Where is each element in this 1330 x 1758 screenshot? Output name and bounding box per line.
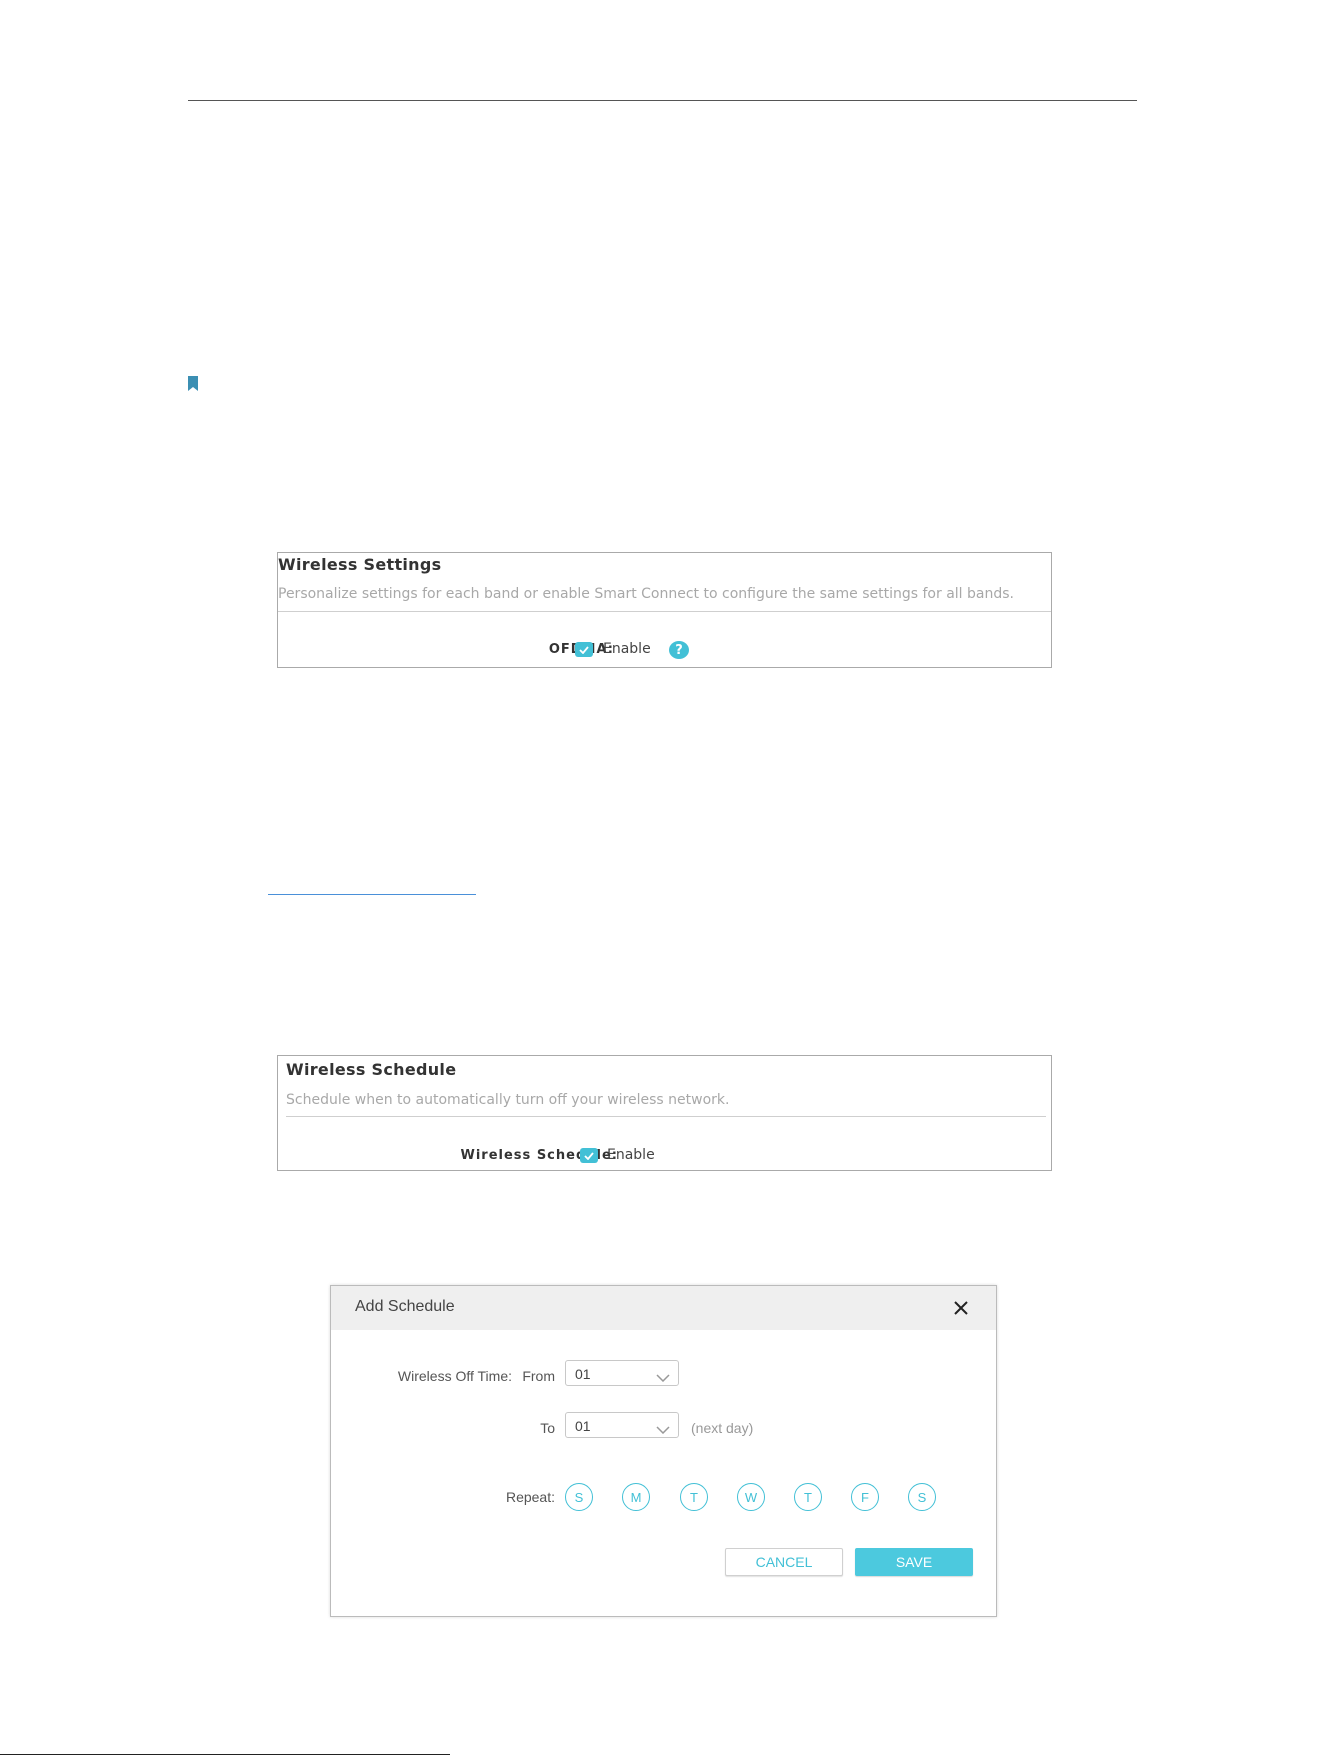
wireless-settings-panel: Wireless Settings Personalize settings f…: [277, 552, 1052, 668]
to-label: To: [540, 1420, 555, 1436]
panel-description: Personalize settings for each band or en…: [278, 586, 1014, 602]
chevron-down-icon: [656, 1369, 670, 1387]
wireless-schedule-panel: Wireless Schedule Schedule when to autom…: [277, 1055, 1052, 1171]
day-toggle-wednesday[interactable]: W: [737, 1483, 765, 1511]
save-button[interactable]: SAVE: [855, 1548, 973, 1576]
from-label: From: [522, 1368, 555, 1384]
day-toggle-sunday[interactable]: S: [565, 1483, 593, 1511]
panel-description: Schedule when to automatically turn off …: [286, 1092, 730, 1108]
day-toggle-saturday[interactable]: S: [908, 1483, 936, 1511]
panel-divider: [286, 1116, 1046, 1117]
wireless-schedule-enable-label: Enable: [607, 1147, 655, 1163]
panel-title: Wireless Schedule: [286, 1060, 457, 1079]
repeat-label: Repeat:: [505, 1489, 555, 1505]
add-schedule-dialog: Add Schedule Wireless Off Time: From 01 …: [330, 1285, 997, 1617]
day-toggle-tuesday[interactable]: T: [680, 1483, 708, 1511]
dialog-title: Add Schedule: [355, 1298, 455, 1315]
day-toggle-thursday[interactable]: T: [794, 1483, 822, 1511]
to-time-value: 01: [575, 1418, 591, 1434]
cancel-button[interactable]: CANCEL: [725, 1548, 843, 1576]
bookmark-note-icon: [188, 376, 198, 396]
next-day-hint: (next day): [691, 1420, 754, 1436]
ofdma-enable-checkbox[interactable]: [575, 642, 593, 657]
footer-rule: [0, 1754, 450, 1755]
day-toggle-friday[interactable]: F: [851, 1483, 879, 1511]
from-time-select[interactable]: 01: [565, 1360, 679, 1386]
to-time-select[interactable]: 01: [565, 1412, 679, 1438]
header-rule: [188, 100, 1137, 101]
question-mark-icon[interactable]: ?: [669, 641, 689, 659]
panel-title: Wireless Settings: [278, 555, 442, 574]
ofdma-enable-label: Enable: [603, 641, 651, 657]
ofdma-label: OFDMA:: [478, 642, 614, 657]
wireless-schedule-enable-checkbox[interactable]: [580, 1148, 598, 1163]
hyperlink-underline[interactable]: [268, 894, 476, 895]
chevron-down-icon: [656, 1421, 670, 1439]
panel-divider: [278, 611, 1051, 612]
close-icon[interactable]: [951, 1298, 971, 1318]
from-time-value: 01: [575, 1366, 591, 1382]
wireless-off-time-label: Wireless Off Time:: [397, 1368, 512, 1384]
day-toggle-monday[interactable]: M: [622, 1483, 650, 1511]
